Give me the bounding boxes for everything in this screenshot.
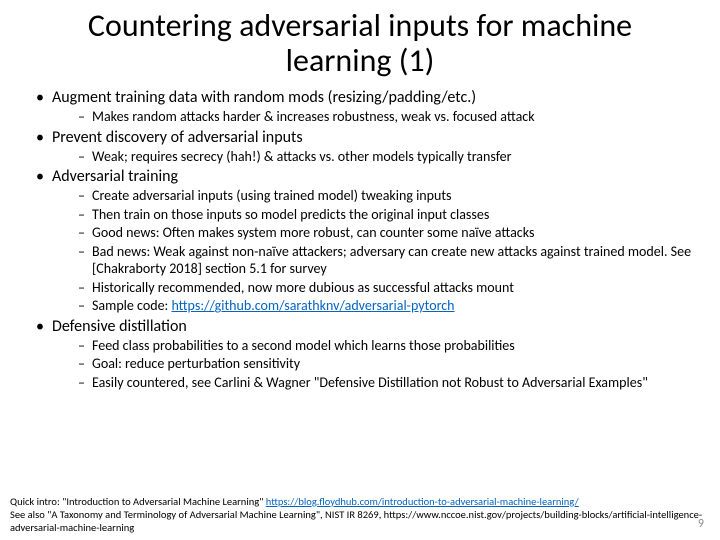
slide: Countering adversarial inputs for machin… bbox=[0, 0, 720, 540]
sub-item: Makes random attacks harder & increases … bbox=[78, 108, 702, 126]
sub-item: Feed class probabilities to a second mod… bbox=[78, 337, 702, 355]
bullet-item: Prevent discovery of adversarial inputs … bbox=[36, 128, 702, 166]
bullet-text: Adversarial training bbox=[52, 167, 178, 186]
sub-item: Goal: reduce perturbation sensitivity bbox=[78, 355, 702, 373]
footer-line-1: Quick intro: "Introduction to Adversaria… bbox=[10, 495, 710, 508]
sub-list: Create adversarial inputs (using trained… bbox=[52, 187, 702, 315]
bullet-item: Adversarial training Create adversarial … bbox=[36, 167, 702, 315]
footer-link[interactable]: https://blog.floydhub.com/introduction-t… bbox=[266, 495, 579, 508]
footer-line-2: See also "A Taxonomy and Terminology of … bbox=[10, 508, 710, 534]
footer-text: Quick intro: "Introduction to Adversaria… bbox=[10, 495, 266, 508]
bullet-item: Augment training data with random mods (… bbox=[36, 88, 702, 126]
sub-item: Easily countered, see Carlini & Wagner "… bbox=[78, 374, 702, 392]
bullet-text: Augment training data with random mods (… bbox=[52, 88, 476, 107]
sub-item: Create adversarial inputs (using trained… bbox=[78, 187, 702, 205]
sub-item: Bad news: Weak against non-naïve attacke… bbox=[78, 243, 702, 278]
footer: Quick intro: "Introduction to Adversaria… bbox=[10, 495, 710, 534]
sub-item: Sample code: https://github.com/sarathkn… bbox=[78, 297, 702, 315]
bullet-list: Augment training data with random mods (… bbox=[18, 88, 702, 391]
sample-code-link[interactable]: https://github.com/sarathknv/adversarial… bbox=[171, 297, 454, 314]
sub-list: Makes random attacks harder & increases … bbox=[52, 108, 702, 126]
page-number: 9 bbox=[698, 517, 704, 532]
sub-text-prefix: Sample code: bbox=[92, 297, 171, 314]
sub-item: Then train on those inputs so model pred… bbox=[78, 206, 702, 224]
bullet-item: Defensive distillation Feed class probab… bbox=[36, 317, 702, 392]
bullet-text: Defensive distillation bbox=[52, 317, 187, 336]
sub-item: Good news: Often makes system more robus… bbox=[78, 224, 702, 242]
bullet-text: Prevent discovery of adversarial inputs bbox=[52, 128, 303, 147]
sub-list: Weak; requires secrecy (hah!) & attacks … bbox=[52, 148, 702, 166]
slide-title: Countering adversarial inputs for machin… bbox=[18, 8, 702, 78]
sub-list: Feed class probabilities to a second mod… bbox=[52, 337, 702, 392]
sub-item: Weak; requires secrecy (hah!) & attacks … bbox=[78, 148, 702, 166]
sub-item: Historically recommended, now more dubio… bbox=[78, 279, 702, 297]
